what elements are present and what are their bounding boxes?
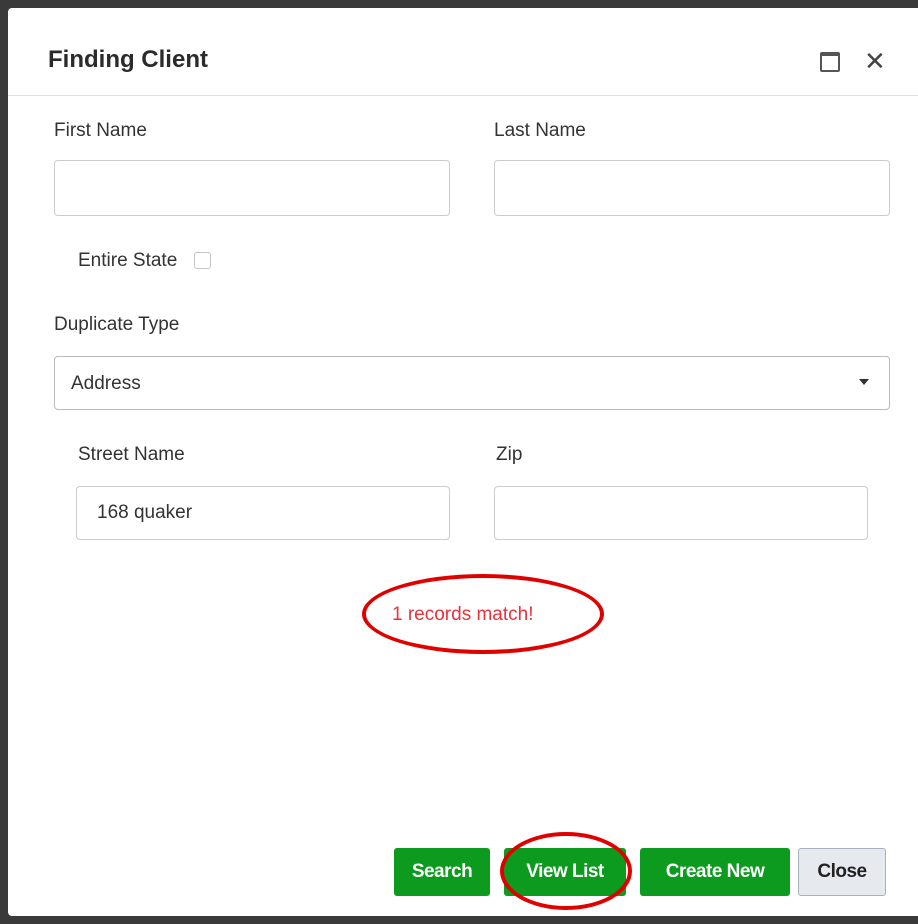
dialog-titlebar: Finding Client ✕ <box>8 8 918 96</box>
zip-input[interactable] <box>494 486 868 540</box>
first-name-label: First Name <box>54 120 147 141</box>
entire-state-checkbox[interactable] <box>194 252 211 269</box>
dialog-title: Finding Client <box>48 46 208 73</box>
first-name-input[interactable] <box>54 160 450 216</box>
duplicate-type-select[interactable]: Address <box>54 356 890 410</box>
close-button[interactable]: Close <box>798 848 886 896</box>
close-icon[interactable]: ✕ <box>864 46 886 76</box>
maximize-icon[interactable] <box>820 52 840 72</box>
view-list-annotation-ellipse <box>500 832 632 910</box>
street-name-input[interactable] <box>76 486 450 540</box>
match-annotation-ellipse <box>362 574 604 654</box>
create-new-button[interactable]: Create New <box>640 848 790 896</box>
last-name-input[interactable] <box>494 160 890 216</box>
duplicate-type-label: Duplicate Type <box>54 314 180 335</box>
caret-down-icon <box>859 379 869 385</box>
entire-state-label: Entire State <box>78 250 178 271</box>
last-name-label: Last Name <box>494 120 586 141</box>
street-name-label: Street Name <box>78 444 185 465</box>
duplicate-type-value: Address <box>71 373 141 394</box>
finding-client-dialog: Finding Client ✕ First Name Last Name En… <box>8 8 918 916</box>
search-button[interactable]: Search <box>394 848 490 896</box>
zip-label: Zip <box>496 444 523 465</box>
